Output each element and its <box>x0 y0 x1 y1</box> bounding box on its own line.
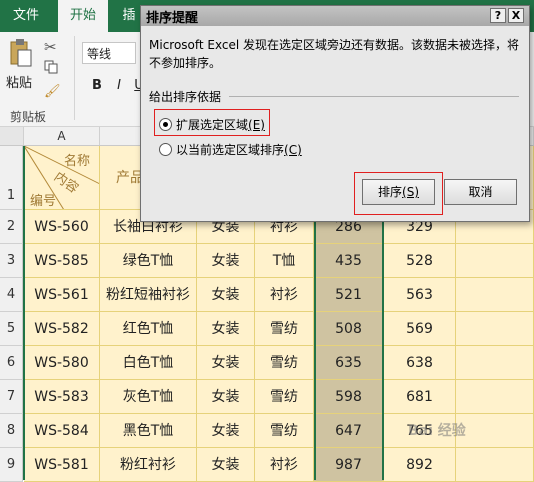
cell-category[interactable]: 女装 <box>197 312 255 346</box>
cell-category[interactable]: 女装 <box>197 346 255 380</box>
cell-value-f[interactable]: 681 <box>384 380 456 414</box>
radio-current[interactable] <box>159 143 172 156</box>
row-header-1[interactable]: 1 <box>0 146 23 210</box>
cell-value-e[interactable]: 635 <box>314 346 384 380</box>
cell-product[interactable]: 白色T恤 <box>100 346 197 380</box>
cancel-button[interactable]: 取消 <box>444 179 517 205</box>
option-current-key: (C) <box>284 143 302 157</box>
ribbon-separator <box>74 36 75 120</box>
cell-empty-g[interactable] <box>456 312 534 346</box>
dialog-titlebar[interactable]: 排序提醒 ? X <box>141 6 529 26</box>
cell-product[interactable]: 粉红衬衫 <box>100 448 197 482</box>
bold-button[interactable]: B <box>88 76 106 96</box>
cell-type[interactable]: 雪纺 <box>255 312 314 346</box>
select-all-corner[interactable] <box>0 127 24 145</box>
copy-icon[interactable] <box>44 60 58 74</box>
sort-button-key: (S) <box>402 185 419 199</box>
cell-type[interactable]: 衬衫 <box>255 448 314 482</box>
cell-category[interactable]: 女装 <box>197 244 255 278</box>
cell-id[interactable]: WS-584 <box>24 414 100 448</box>
cell-value-e[interactable]: 647 <box>314 414 384 448</box>
italic-button[interactable]: I <box>110 76 128 96</box>
row-header-2[interactable]: 2 <box>0 210 23 244</box>
tab-home[interactable]: 开始 <box>58 0 108 33</box>
paste-label[interactable]: 粘贴 <box>6 72 32 91</box>
row-header-8[interactable]: 8 <box>0 414 23 448</box>
cell-product[interactable]: 粉红短袖衬衫 <box>100 278 197 312</box>
cell-id[interactable]: WS-561 <box>24 278 100 312</box>
cell-product[interactable]: 黑色T恤 <box>100 414 197 448</box>
cell-type[interactable]: 雪纺 <box>255 346 314 380</box>
row-header-5[interactable]: 5 <box>0 312 23 346</box>
cell-value-f[interactable]: 569 <box>384 312 456 346</box>
radio-expand[interactable] <box>159 118 172 131</box>
diagonal-header-cell[interactable]: 名称 内容 编号 <box>24 146 100 210</box>
option-expand-label: 扩展选定区域 <box>176 118 249 132</box>
cell-value-f[interactable]: 638 <box>384 346 456 380</box>
column-header-a[interactable]: A <box>24 127 100 145</box>
cell-category[interactable]: 女装 <box>197 414 255 448</box>
row-header-6[interactable]: 6 <box>0 346 23 380</box>
clipboard-group-label: 剪贴板 <box>10 110 47 124</box>
cell-product[interactable]: 绿色T恤 <box>100 244 197 278</box>
tab-insert[interactable]: 插 <box>116 0 142 32</box>
cell-value-e[interactable]: 521 <box>314 278 384 312</box>
cell-type[interactable]: 雪纺 <box>255 380 314 414</box>
cell-value-f[interactable]: 563 <box>384 278 456 312</box>
option-expand-selection[interactable]: 扩展选定区域(E) <box>159 116 265 133</box>
cell-empty-g[interactable] <box>456 346 534 380</box>
close-button[interactable]: X <box>508 8 524 23</box>
sort-warning-dialog: 排序提醒 ? X Microsoft Excel 发现在选定区域旁边还有数据。该… <box>140 5 530 222</box>
option-current-selection[interactable]: 以当前选定区域排序(C) <box>159 141 302 158</box>
cell-product[interactable]: 灰色T恤 <box>100 380 197 414</box>
diag-label-id: 编号 <box>30 194 57 209</box>
cell-id[interactable]: WS-583 <box>24 380 100 414</box>
cell-type[interactable]: T恤 <box>255 244 314 278</box>
sort-basis-group-label: 给出排序依据 <box>149 90 222 104</box>
cell-value-e[interactable]: 435 <box>314 244 384 278</box>
cell-category[interactable]: 女装 <box>197 380 255 414</box>
active-column-indicator <box>23 146 25 480</box>
cell-type[interactable]: 雪纺 <box>255 414 314 448</box>
cell-id[interactable]: WS-582 <box>24 312 100 346</box>
cell-empty-g[interactable] <box>456 448 534 482</box>
cell-category[interactable]: 女装 <box>197 448 255 482</box>
help-button[interactable]: ? <box>490 8 506 23</box>
cell-id[interactable]: WS-585 <box>24 244 100 278</box>
watermark: Bai 经验 <box>408 423 466 439</box>
tab-file[interactable]: 文件 <box>0 0 52 32</box>
cell-product[interactable]: 红色T恤 <box>100 312 197 346</box>
cell-type[interactable]: 衬衫 <box>255 278 314 312</box>
row-header-4[interactable]: 4 <box>0 278 23 312</box>
cell-id[interactable]: WS-560 <box>24 210 100 244</box>
cell-empty-g[interactable] <box>456 278 534 312</box>
cell-category[interactable]: 女装 <box>197 278 255 312</box>
format-painter-icon[interactable]: 🖌 <box>44 84 61 99</box>
cell-value-f[interactable]: 528 <box>384 244 456 278</box>
cell-empty-g[interactable] <box>456 244 534 278</box>
row-header-7[interactable]: 7 <box>0 380 23 414</box>
group-divider <box>229 96 519 97</box>
cell-value-e[interactable]: 987 <box>314 448 384 482</box>
cell-value-e[interactable]: 598 <box>314 380 384 414</box>
dialog-message: Microsoft Excel 发现在选定区域旁边还有数据。该数据未被选择，将不… <box>149 38 520 70</box>
dialog-title: 排序提醒 <box>146 11 199 26</box>
sort-button-label: 排序 <box>378 185 403 199</box>
cell-id[interactable]: WS-580 <box>24 346 100 380</box>
cell-id[interactable]: WS-581 <box>24 448 100 482</box>
cell-empty-g[interactable] <box>456 414 534 448</box>
cell-value-e[interactable]: 508 <box>314 312 384 346</box>
option-expand-key: (E) <box>248 118 265 132</box>
option-current-label: 以当前选定区域排序 <box>176 143 285 157</box>
cell-empty-g[interactable] <box>456 380 534 414</box>
cut-icon[interactable]: ✂ <box>44 38 57 56</box>
cell-value-f[interactable]: 892 <box>384 448 456 482</box>
row-header-9[interactable]: 9 <box>0 448 23 482</box>
diag-label-name: 名称 <box>64 154 91 169</box>
sort-button[interactable]: 排序(S) <box>362 179 435 205</box>
font-name-box[interactable]: 等线 <box>82 42 136 64</box>
paste-icon[interactable] <box>8 38 32 68</box>
row-header-3[interactable]: 3 <box>0 244 23 278</box>
